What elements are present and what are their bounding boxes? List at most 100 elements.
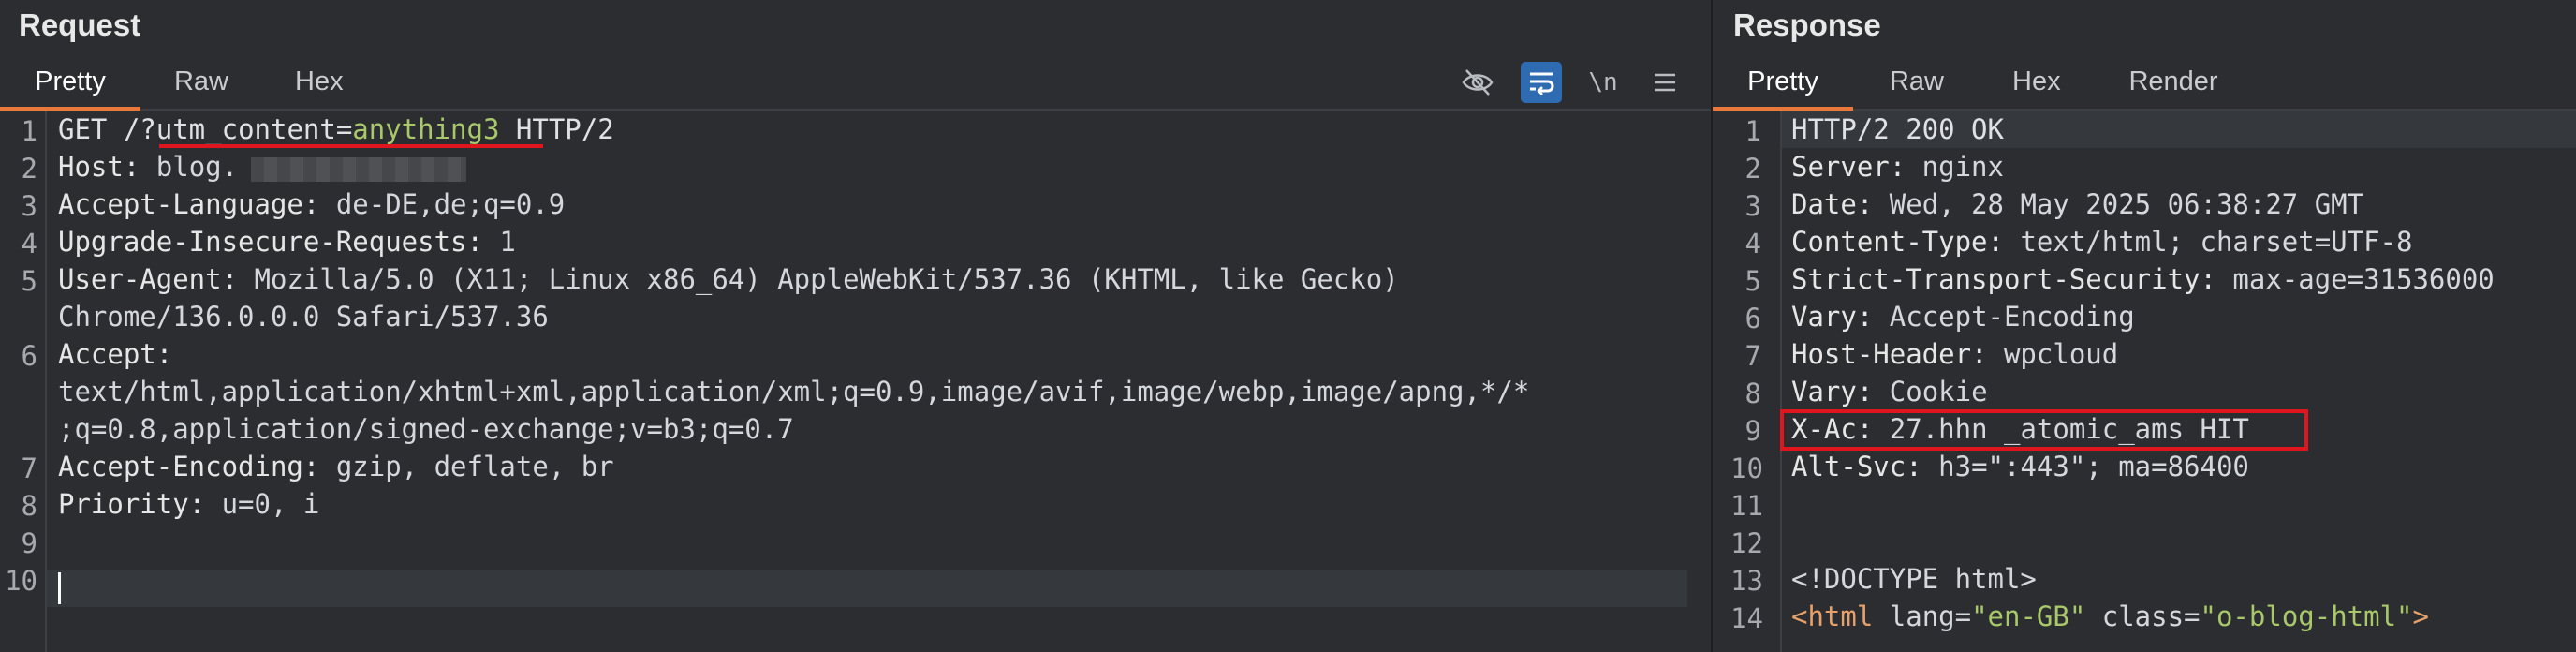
header-key: Date: xyxy=(1791,188,1874,220)
header-value: wpcloud xyxy=(1987,338,2119,370)
header-key: User-Agent: xyxy=(58,263,239,295)
line-number: 4 xyxy=(1744,228,1761,259)
line-number: 8 xyxy=(21,490,37,522)
header-value: Wed, 28 May 2025 06:38:27 GMT xyxy=(1873,188,2364,220)
line-number: 8 xyxy=(1744,378,1761,409)
header-value: blog. xyxy=(140,151,239,183)
hamburger-menu-icon[interactable] xyxy=(1644,62,1685,103)
request-line-5: User-Agent: Mozilla/5.0 (X11; Linux x86_… xyxy=(58,260,1399,298)
response-line-10: Alt-Svc: h3=":443"; ma=86400 xyxy=(1791,448,2249,485)
param-name: utm_content xyxy=(155,113,336,145)
eye-slash-icon[interactable] xyxy=(1457,62,1498,103)
html-tag: <html xyxy=(1791,600,1874,632)
current-line-highlight xyxy=(47,570,1687,607)
line-number: 6 xyxy=(21,340,37,372)
line-number: 2 xyxy=(21,153,37,185)
response-gutter-separator xyxy=(1780,111,1782,652)
line-number: 14 xyxy=(1730,602,1763,634)
response-editor[interactable]: 1 2 3 4 5 6 7 8 9 10 11 12 13 14 HTTP/2 … xyxy=(1713,111,2576,652)
line-number: 10 xyxy=(5,565,37,597)
request-pane: Request Pretty Raw Hex \n 1 2 3 4 5 6 7 … xyxy=(0,0,1711,652)
header-key: X-Ac: xyxy=(1791,413,1874,445)
header-key: Host-Header: xyxy=(1791,338,1988,370)
response-tab-render[interactable]: Render xyxy=(2098,54,2248,109)
request-line-1: GET /?utm_content=anything3 HTTP/2 xyxy=(58,111,614,148)
eye-slash-icon-svg xyxy=(1462,69,1494,96)
line-number: 6 xyxy=(1744,303,1761,334)
line-number: 5 xyxy=(21,265,37,297)
response-title: Response xyxy=(1733,7,1881,42)
request-line-2: Host: blog. xyxy=(58,148,238,185)
header-value: u=0, i xyxy=(205,488,320,520)
line-number: 1 xyxy=(1744,115,1761,147)
param-value: anything3 xyxy=(352,113,500,145)
header-value: gzip, deflate, br xyxy=(319,451,614,482)
header-value: Accept-Encoding xyxy=(1873,301,2135,333)
request-protocol: HTTP/2 xyxy=(499,113,614,145)
response-line-8: Vary: Cookie xyxy=(1791,373,1988,410)
line-number: 3 xyxy=(1744,190,1761,222)
line-number: 12 xyxy=(1730,527,1763,559)
header-key: Server: xyxy=(1791,151,1906,183)
wrap-text-icon[interactable] xyxy=(1521,62,1562,103)
line-number: 4 xyxy=(21,228,37,259)
html-attr-class: class= xyxy=(2085,600,2201,632)
request-line-3: Accept-Language: de-DE,de;q=0.9 xyxy=(58,185,565,223)
header-value: max-age=31536000 xyxy=(2215,263,2495,295)
response-tab-raw[interactable]: Raw xyxy=(1861,54,1973,109)
line-number: 7 xyxy=(1744,340,1761,372)
newline-toggle-button[interactable]: \n xyxy=(1582,62,1624,103)
header-key: Accept: xyxy=(58,338,173,370)
header-value: Mozilla/5.0 (X11; Linux x86_64) AppleWeb… xyxy=(238,263,1399,295)
header-key: Priority: xyxy=(58,488,206,520)
line-number: 10 xyxy=(1730,452,1763,484)
request-line-8: Priority: u=0, i xyxy=(58,485,319,523)
response-line-4: Content-Type: text/html; charset=UTF-8 xyxy=(1791,223,2412,260)
response-line-7: Host-Header: wpcloud xyxy=(1791,335,2118,373)
line-number: 5 xyxy=(1744,265,1761,297)
response-pane: Response Pretty Raw Hex Render 1 2 3 4 5… xyxy=(1713,0,2576,652)
param-eq: = xyxy=(335,113,353,145)
header-value: nginx xyxy=(1906,151,2004,183)
response-line-5: Strict-Transport-Security: max-age=31536… xyxy=(1791,260,2495,298)
request-tab-pretty[interactable]: Pretty xyxy=(0,54,140,111)
header-key: Vary: xyxy=(1791,376,1874,408)
header-value: h3=":443"; ma=86400 xyxy=(1921,451,2249,482)
header-key: Upgrade-Insecure-Requests: xyxy=(58,226,483,258)
redacted-hostname xyxy=(251,157,466,182)
request-tabbar: Pretty Raw Hex \n xyxy=(0,54,1711,111)
text-cursor xyxy=(58,572,61,604)
response-line-13: <!DOCTYPE html> xyxy=(1791,560,2037,598)
line-number: 9 xyxy=(1744,415,1761,447)
request-line-6-wrap-1: text/html,application/xhtml+xml,applicat… xyxy=(58,373,1529,410)
response-tab-hex[interactable]: Hex xyxy=(1984,54,2087,109)
header-key: Content-Type: xyxy=(1791,226,2004,258)
header-key: Strict-Transport-Security: xyxy=(1791,263,2216,295)
response-line-14: <html lang="en-GB" class="o-blog-html"> xyxy=(1791,598,2429,635)
line-number: 2 xyxy=(1744,153,1761,185)
line-number: 3 xyxy=(21,190,37,222)
response-line-9: X-Ac: 27.hhn _atomic_ams HIT xyxy=(1791,410,2249,448)
request-tab-raw[interactable]: Raw xyxy=(145,54,258,109)
line-number: 7 xyxy=(21,452,37,484)
header-value: 1 xyxy=(482,226,516,258)
response-line-3: Date: Wed, 28 May 2025 06:38:27 GMT xyxy=(1791,185,2363,223)
request-line-5-wrap: Chrome/136.0.0.0 Safari/537.36 xyxy=(58,298,549,335)
line-number: 11 xyxy=(1730,490,1763,522)
header-key: Accept-Encoding: xyxy=(58,451,320,482)
html-attr-class-value: "o-blog-html" xyxy=(2200,600,2413,632)
request-tab-hex[interactable]: Hex xyxy=(267,54,370,109)
response-tab-pretty[interactable]: Pretty xyxy=(1713,54,1853,111)
doctype: <!DOCTYPE html> xyxy=(1791,563,2037,595)
response-status-line: HTTP/2 200 OK xyxy=(1791,113,2004,145)
header-key: Host: xyxy=(58,151,140,183)
header-value-continued: text/html,application/xhtml+xml,applicat… xyxy=(58,376,1530,408)
header-value: 27.hhn _atomic_ams HIT xyxy=(1873,413,2249,445)
request-line-4: Upgrade-Insecure-Requests: 1 xyxy=(58,223,516,260)
line-number: 9 xyxy=(21,527,37,559)
wrap-text-icon-svg xyxy=(1530,72,1554,95)
request-editor[interactable]: 1 2 3 4 5 6 7 8 9 10 GET /?utm_content=a… xyxy=(0,111,1711,652)
request-title: Request xyxy=(19,7,141,42)
line-number: 1 xyxy=(21,115,37,147)
html-attr-lang-value: "en-GB" xyxy=(1971,600,2086,632)
